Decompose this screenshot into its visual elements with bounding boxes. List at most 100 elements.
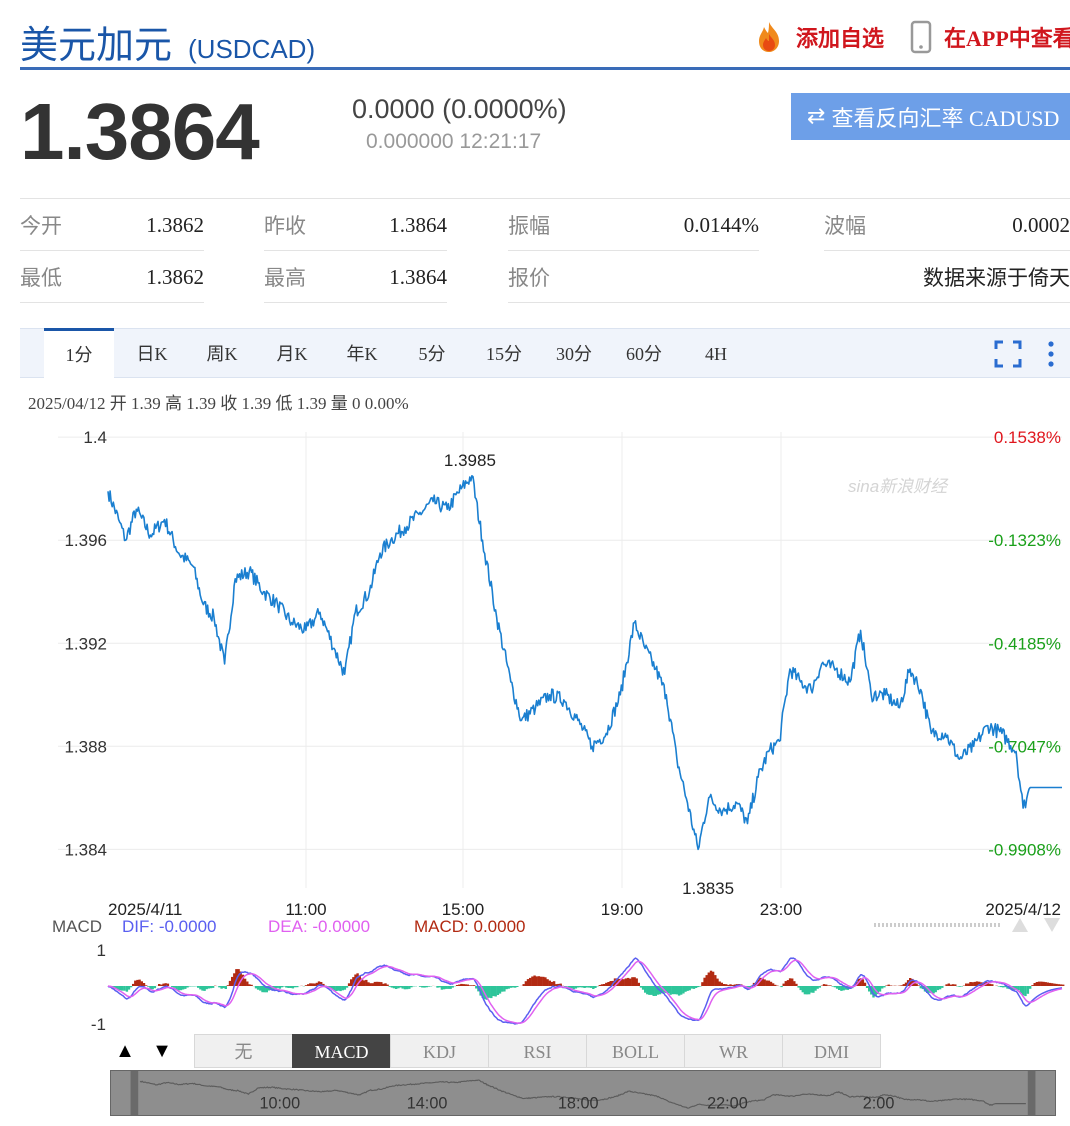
fullscreen-icon[interactable] [994, 340, 1022, 368]
macd-bar [421, 986, 424, 988]
tab-1min[interactable]: 1分 [44, 328, 114, 381]
macd-bar [958, 986, 961, 987]
add-watchlist-button[interactable]: 添加自选 [752, 20, 884, 54]
macd-bar [140, 981, 143, 986]
stat-open: 今开 1.3862 [20, 200, 204, 251]
macd-bar [542, 976, 545, 986]
expand-up-button[interactable]: ▲ [110, 1036, 140, 1066]
macd-bar [814, 986, 817, 991]
tab-daily[interactable]: 日K [124, 329, 180, 377]
indicator-wr[interactable]: WR [684, 1034, 783, 1068]
macd-bar [816, 986, 819, 989]
indicator-macd[interactable]: MACD [292, 1034, 391, 1068]
macd-bar [1044, 982, 1047, 986]
fire-icon [759, 22, 779, 52]
collapse-down-button[interactable]: ▼ [147, 1036, 177, 1066]
macd-bar [1055, 983, 1058, 986]
macd-bar [686, 986, 689, 991]
macd-bar [365, 979, 368, 986]
macd-bar [1046, 982, 1049, 986]
macd-bar [579, 986, 582, 988]
tab-5min[interactable]: 5分 [406, 329, 458, 377]
stat-low: 最低 1.3862 [20, 252, 204, 303]
macd-bar [648, 986, 651, 995]
macd-bar [311, 983, 314, 986]
macd-bar [181, 986, 185, 990]
macd-bar [503, 986, 506, 992]
macd-bar [408, 986, 411, 989]
macd-bar [418, 986, 422, 987]
tab-60min[interactable]: 60分 [616, 329, 672, 377]
macd-scroll-down-icon[interactable] [1044, 918, 1060, 932]
macd-bar [694, 986, 698, 988]
tab-15min[interactable]: 15分 [476, 329, 532, 377]
macd-bar [371, 983, 374, 986]
navigator-right-handle[interactable] [1027, 1071, 1036, 1115]
macd-legend: MACD: 0.0000 [414, 917, 526, 936]
stat-prev-close: 昨收 1.3864 [264, 200, 447, 251]
y-tick-label: 1.396 [64, 531, 107, 550]
macd-bar [531, 976, 534, 986]
macd-bar [248, 984, 251, 986]
indicator-rsi[interactable]: RSI [488, 1034, 587, 1068]
indicator-kdj[interactable]: KDJ [390, 1034, 489, 1068]
macd-bar [793, 981, 796, 986]
macd-bar [646, 986, 649, 995]
macd-bar [641, 986, 645, 990]
macd-bar [576, 986, 580, 988]
macd-bar [1042, 981, 1045, 986]
tab-30min[interactable]: 30分 [546, 329, 602, 377]
macd-bar [652, 986, 655, 996]
macd-bar [878, 986, 882, 992]
navigator-left-handle[interactable] [130, 1071, 139, 1115]
macd-bar [285, 986, 288, 988]
macd-bar [684, 986, 687, 992]
tab-4h[interactable]: 4H [690, 329, 742, 377]
macd-bar [934, 986, 937, 993]
macd-bar [900, 985, 903, 986]
macd-bar [384, 983, 387, 986]
macd-bar [784, 981, 787, 986]
macd-bar [1022, 986, 1025, 996]
macd-bar [162, 983, 165, 986]
macd-bar [771, 983, 775, 986]
macd-bar [153, 986, 157, 989]
tab-monthly[interactable]: 月K [264, 329, 320, 377]
stat-amplitude: 振幅 0.0144% [508, 200, 759, 251]
macd-y-axis: 1 -1 [91, 941, 106, 1034]
triangle-down-icon: ▼ [152, 1040, 172, 1062]
tab-weekly[interactable]: 周K [194, 329, 250, 377]
macd-bar [917, 985, 920, 986]
macd-bar [280, 986, 284, 988]
macd-bar [709, 970, 713, 986]
more-options-icon[interactable] [1044, 339, 1058, 369]
macd-scroll-up-icon[interactable] [1012, 918, 1028, 932]
dif-line [107, 957, 1063, 1025]
macd-bar [688, 986, 691, 991]
indicator-none[interactable]: 无 [194, 1034, 293, 1068]
macd-bar [829, 985, 832, 986]
macd-bar [949, 984, 953, 986]
macd-bar [1035, 982, 1039, 986]
macd-bar [675, 986, 679, 995]
indicator-dmi[interactable]: DMI [782, 1034, 881, 1068]
macd-bar [136, 979, 139, 986]
open-in-app-button[interactable]: 在APP中查看 [910, 20, 1070, 54]
reverse-rate-button[interactable]: ⇄ 查看反向汇率 CADUSD [791, 93, 1070, 140]
price-line [107, 474, 1062, 851]
tab-yearly[interactable]: 年K [334, 329, 390, 377]
macd-bar [211, 986, 215, 988]
macd-bar [799, 986, 802, 991]
macd-bar [123, 986, 126, 991]
range-navigator[interactable]: 10:00 14:00 18:00 22:00 2:00 [110, 1070, 1056, 1116]
indicator-boll[interactable]: BOLL [586, 1034, 685, 1068]
macd-bar [624, 978, 628, 986]
add-watchlist-label: 添加自选 [796, 26, 885, 51]
macd-bar [296, 986, 299, 988]
macd-bar [1001, 986, 1005, 988]
phone-icon [910, 20, 932, 54]
macd-bar [203, 986, 206, 991]
macd-bar [803, 986, 807, 995]
macd-bar [293, 986, 297, 988]
macd-bar [635, 978, 638, 986]
